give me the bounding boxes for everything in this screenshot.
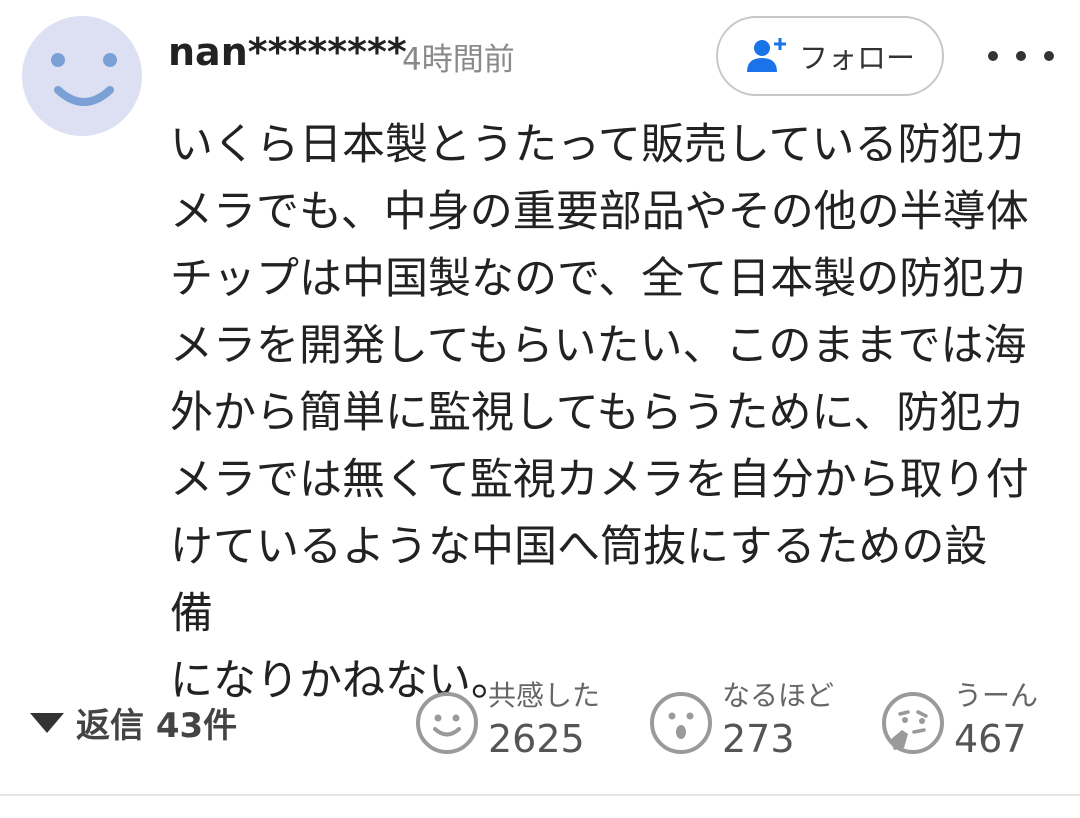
more-options-button[interactable] (988, 34, 1054, 78)
avatar-face-icon (51, 53, 117, 106)
reaction-count: 273 (722, 717, 795, 761)
comment-body: いくら日本製とうたって販売している防犯カ メラでも、中身の重要部品やその他の半導… (170, 120, 1029, 706)
reaction-count: 467 (954, 717, 1027, 761)
reaction-label: 共感した (488, 679, 601, 712)
reaction-label: うーん (954, 679, 1039, 712)
triangle-down-icon (30, 712, 64, 733)
more-dot-icon (1016, 51, 1026, 61)
reaction-hmm[interactable]: うーん 467 (880, 678, 1038, 768)
comment-card: nan******** 4時間前 フォロー いくら日本製とうたって販売している防… (0, 0, 1080, 818)
more-dot-icon (1044, 51, 1054, 61)
username[interactable]: nan******** (168, 30, 407, 74)
reaction-count: 2625 (488, 717, 585, 761)
smile-icon (416, 692, 478, 754)
add-user-icon (746, 38, 786, 72)
more-dot-icon (988, 51, 998, 61)
thinking-icon (882, 692, 944, 754)
follow-button[interactable]: フォロー (716, 16, 944, 96)
surprised-icon (650, 692, 712, 754)
replies-toggle[interactable]: 返信 43件 (30, 698, 237, 747)
follow-label: フォロー (798, 41, 915, 75)
divider (0, 794, 1080, 796)
avatar[interactable] (22, 16, 142, 136)
reaction-label: なるほど (722, 679, 835, 712)
reaction-insightful[interactable]: なるほど 273 (648, 678, 834, 768)
timestamp: 4時間前 (402, 42, 515, 78)
replies-label: 返信 43件 (76, 706, 238, 746)
reaction-empathy[interactable]: 共感した 2625 (414, 678, 600, 768)
